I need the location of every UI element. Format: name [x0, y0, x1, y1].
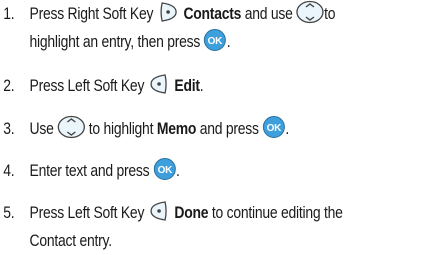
step-text: Use: [29, 119, 58, 138]
done-label: Done: [174, 203, 209, 222]
svg-text:OK: OK: [208, 36, 223, 47]
step-text: to continue editing the: [208, 203, 343, 222]
step-1-line-2: highlight an entry, then press OK.: [0, 28, 365, 56]
step-number: 4.: [3, 161, 15, 180]
svg-text:OK: OK: [267, 123, 282, 134]
nav-key-icon: [56, 115, 86, 139]
right-soft-key-icon: [156, 0, 180, 24]
svg-text:OK: OK: [157, 165, 172, 176]
ok-key-icon: OK: [262, 115, 286, 139]
memo-label: Memo: [156, 119, 197, 138]
step-text: highlight an entry, then press: [29, 32, 204, 51]
step-4-line: 4. Enter text and press OK.: [0, 157, 365, 185]
step-1-line-1: 1. Press Right Soft Key Contacts and use …: [0, 0, 365, 28]
step-number: 2.: [3, 76, 15, 95]
step-5: 5. Press Left Soft Key Done to continue e…: [0, 199, 445, 255]
step-text: .: [199, 76, 204, 95]
step-3: 3. Use to highlight Memo and press OK.: [0, 115, 445, 143]
step-text: .: [226, 32, 231, 51]
step-text: Enter text and press: [29, 161, 153, 180]
instruction-steps: 1. Press Right Soft Key Contacts and use …: [0, 0, 445, 252]
step-text: .: [285, 119, 289, 138]
step-text: to highlight: [85, 119, 157, 138]
step-text: Press Left Soft Key: [29, 203, 148, 222]
contacts-label: Contacts: [183, 4, 242, 23]
ok-key-icon: OK: [152, 157, 176, 181]
step-text: Press Right Soft Key: [29, 4, 157, 23]
step-number: 5.: [3, 203, 15, 222]
step-2: 2. Press Left Soft Key Edit.: [0, 72, 445, 100]
left-soft-key-icon: [147, 199, 171, 223]
step-5-line-2: Contact entry.: [0, 227, 365, 255]
step-1: 1. Press Right Soft Key Contacts and use …: [0, 0, 445, 56]
step-text: Press Left Soft Key: [29, 76, 148, 95]
step-text: Contact entry.: [29, 231, 113, 250]
step-text: and use: [241, 4, 297, 23]
step-4: 4. Enter text and press OK.: [0, 157, 445, 185]
step-3-line: 3. Use to highlight Memo and press OK.: [0, 115, 365, 143]
ok-key-icon: OK: [203, 28, 227, 52]
step-5-line-1: 5. Press Left Soft Key Done to continue e…: [0, 199, 365, 227]
edit-label: Edit: [174, 76, 200, 95]
nav-key-icon: [295, 0, 325, 24]
step-2-line: 2. Press Left Soft Key Edit.: [0, 72, 365, 100]
step-text: and press: [196, 119, 263, 138]
left-soft-key-icon: [147, 72, 171, 96]
step-text: to: [324, 4, 336, 23]
step-number: 3.: [3, 119, 15, 138]
step-number: 1.: [3, 4, 15, 23]
